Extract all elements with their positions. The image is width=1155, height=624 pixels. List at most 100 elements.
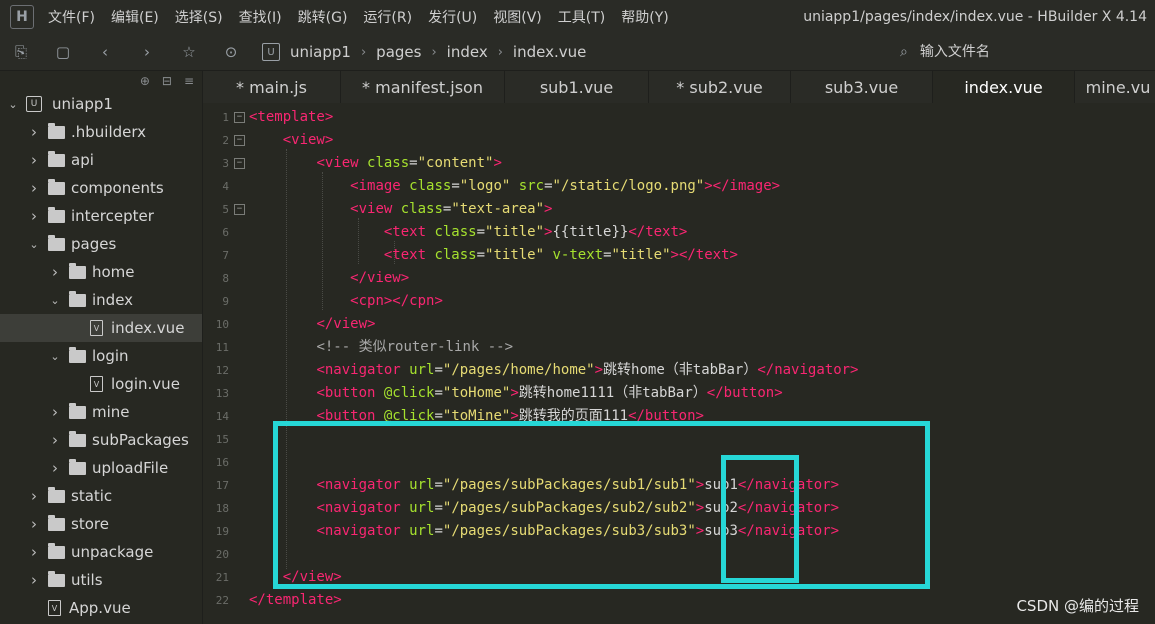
code-token: = bbox=[544, 178, 553, 194]
menu-item[interactable]: 帮助(Y) bbox=[621, 7, 668, 27]
folder-icon bbox=[48, 122, 65, 139]
breadcrumb-item[interactable]: uniapp1 bbox=[290, 43, 351, 61]
line-number: 3 bbox=[222, 157, 229, 170]
chevron-right-icon[interactable]: › bbox=[48, 403, 62, 421]
folder-icon bbox=[69, 430, 86, 447]
chevron-right-icon: › bbox=[431, 44, 437, 60]
code-text: <navigator url="/pages/home/home">跳转home… bbox=[249, 359, 858, 382]
chevron-right-icon[interactable]: › bbox=[48, 263, 62, 281]
chevron-right-icon[interactable]: › bbox=[27, 151, 41, 169]
code-token: > bbox=[544, 201, 553, 217]
menu-item[interactable]: 运行(R) bbox=[363, 7, 412, 27]
fold-toggle-icon[interactable]: − bbox=[234, 204, 245, 215]
menu-item[interactable]: 视图(V) bbox=[493, 7, 542, 27]
chevron-right-icon[interactable]: › bbox=[48, 431, 62, 449]
chevron-right-icon[interactable]: › bbox=[27, 487, 41, 505]
code-text: <template> bbox=[249, 106, 333, 129]
star-icon[interactable]: ☆ bbox=[178, 41, 200, 63]
chevron-right-icon[interactable]: › bbox=[27, 515, 41, 533]
editor-tab[interactable]: * manifest.json bbox=[341, 71, 505, 103]
editor-tab[interactable]: index.vue bbox=[933, 71, 1075, 103]
menu-item[interactable]: 工具(T) bbox=[558, 7, 605, 27]
run-icon[interactable]: ⊙ bbox=[220, 41, 242, 63]
tree-item[interactable]: › uploadFile bbox=[0, 454, 202, 482]
tree-item[interactable]: › store bbox=[0, 510, 202, 538]
collapse-all-icon[interactable]: ⊟ bbox=[162, 74, 172, 88]
project-icon: U bbox=[26, 96, 42, 112]
chevron-right-icon[interactable]: › bbox=[27, 543, 41, 561]
chevron-right-icon[interactable]: › bbox=[27, 179, 41, 197]
file-search-input[interactable] bbox=[917, 43, 1122, 61]
breadcrumb-item[interactable]: index.vue bbox=[513, 43, 586, 61]
tree-item-label: mine bbox=[92, 403, 130, 421]
code-token: v-text bbox=[552, 247, 604, 263]
tree-item[interactable]: › static bbox=[0, 482, 202, 510]
tree-item[interactable]: › mine bbox=[0, 398, 202, 426]
code-line: 22 </template> bbox=[203, 589, 1155, 612]
code-text: <text class="title">{{title}}</text> bbox=[249, 221, 688, 244]
fold-toggle-icon[interactable]: − bbox=[234, 112, 245, 123]
editor-tab[interactable]: mine.vu bbox=[1075, 71, 1155, 103]
tree-item[interactable]: ⌄ login bbox=[0, 342, 202, 370]
breadcrumb-item[interactable]: index bbox=[447, 43, 488, 61]
code-token: ></text> bbox=[670, 247, 738, 263]
tree-item[interactable]: › home bbox=[0, 258, 202, 286]
tree-item[interactable]: › .hbuilderx bbox=[0, 118, 202, 146]
tree-item[interactable]: › subPackages bbox=[0, 426, 202, 454]
watermark: CSDN @编的过程 bbox=[1016, 597, 1139, 615]
chevron-right-icon[interactable]: › bbox=[27, 123, 41, 141]
tree-item[interactable]: › intercepter bbox=[0, 202, 202, 230]
editor-tab[interactable]: sub3.vue bbox=[791, 71, 933, 103]
editor-tab[interactable]: * main.js bbox=[203, 71, 341, 103]
menu-item[interactable]: 发行(U) bbox=[428, 7, 477, 27]
breadcrumb-item[interactable]: pages bbox=[376, 43, 421, 61]
chevron-right-icon[interactable]: › bbox=[27, 571, 41, 589]
tree-item-label: unpackage bbox=[71, 543, 154, 561]
chevron-right-icon[interactable]: › bbox=[27, 207, 41, 225]
tree-item[interactable]: › unpackage bbox=[0, 538, 202, 566]
tree-item[interactable]: › utils bbox=[0, 566, 202, 594]
chevron-down-icon[interactable]: ⌄ bbox=[27, 238, 41, 251]
tree-item[interactable]: › api bbox=[0, 146, 202, 174]
menu-item[interactable]: 查找(I) bbox=[239, 7, 282, 27]
tree-item[interactable]: Vlogin.vue bbox=[0, 370, 202, 398]
new-file-icon[interactable]: ⎘ bbox=[10, 41, 32, 63]
chevron-down-icon[interactable]: ⌄ bbox=[6, 98, 20, 111]
code-token: <button bbox=[316, 385, 384, 401]
folder-icon bbox=[48, 514, 65, 531]
menu-item[interactable]: 文件(F) bbox=[48, 7, 95, 27]
tree-item[interactable]: V App.vue bbox=[0, 594, 202, 622]
chevron-down-icon[interactable]: ⌄ bbox=[48, 350, 62, 363]
menu-item[interactable]: 编辑(E) bbox=[111, 7, 159, 27]
folder-icon bbox=[48, 150, 65, 167]
tree-item[interactable]: ⌄ Uuniapp1 bbox=[0, 90, 202, 118]
tree-item[interactable]: ⌄ index bbox=[0, 286, 202, 314]
forward-icon[interactable]: › bbox=[136, 41, 158, 63]
fold-toggle-icon[interactable]: − bbox=[234, 135, 245, 146]
tree-item[interactable]: ⌄ pages bbox=[0, 230, 202, 258]
code-token: <image bbox=[350, 178, 410, 194]
locate-icon[interactable]: ⊕ bbox=[140, 74, 150, 88]
editor-tab[interactable]: sub1.vue bbox=[505, 71, 649, 103]
chevron-down-icon[interactable]: ⌄ bbox=[48, 294, 62, 307]
fold-toggle-icon[interactable]: − bbox=[234, 158, 245, 169]
back-icon[interactable]: ‹ bbox=[94, 41, 116, 63]
sidebar-menu-icon[interactable]: ≡ bbox=[184, 74, 194, 88]
chevron-right-icon[interactable]: › bbox=[48, 459, 62, 477]
tree-item[interactable]: Vindex.vue bbox=[0, 314, 202, 342]
line-number: 20 bbox=[215, 548, 229, 561]
tree-item[interactable]: › components bbox=[0, 174, 202, 202]
menu-item[interactable]: 跳转(G) bbox=[298, 7, 348, 27]
editor-tab[interactable]: * sub2.vue bbox=[649, 71, 791, 103]
code-token: class bbox=[409, 178, 452, 194]
menu-item[interactable]: 选择(S) bbox=[175, 7, 223, 27]
code-token: <!-- 类似router-link --> bbox=[316, 339, 514, 355]
code-text: </template> bbox=[249, 589, 342, 612]
code-token: url bbox=[409, 362, 435, 378]
line-number: 21 bbox=[215, 571, 229, 584]
save-icon[interactable]: ▢ bbox=[52, 41, 74, 63]
